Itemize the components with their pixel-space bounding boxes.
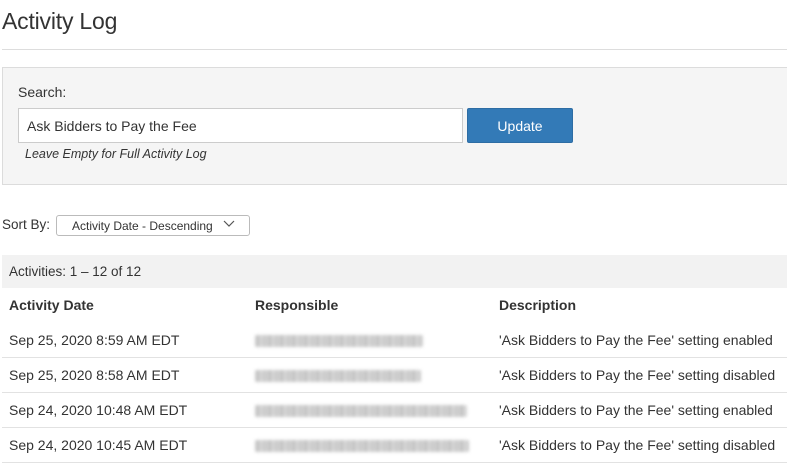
search-hint: Leave Empty for Full Activity Log xyxy=(25,147,207,161)
search-label: Search: xyxy=(18,84,67,100)
search-input[interactable] xyxy=(18,108,463,143)
row-activity-date: Sep 24, 2020 10:48 AM EDT xyxy=(9,402,188,418)
search-panel: Search: Update Leave Empty for Full Acti… xyxy=(2,67,787,185)
row-responsible-redacted xyxy=(255,437,469,452)
table-row: Sep 25, 2020 8:59 AM EDT 'Ask Bidders to… xyxy=(2,323,787,358)
column-header-activity-date: Activity Date xyxy=(9,297,94,313)
row-description: 'Ask Bidders to Pay the Fee' setting ena… xyxy=(499,332,773,348)
activities-count: Activities: 1 – 12 of 12 xyxy=(9,264,142,279)
row-responsible-redacted xyxy=(255,367,421,382)
row-responsible-redacted xyxy=(255,402,467,417)
row-activity-date: Sep 25, 2020 8:58 AM EDT xyxy=(9,367,180,383)
sort-selected-value: Activity Date - Descending xyxy=(72,218,213,233)
table-row: Sep 24, 2020 10:48 AM EDT 'Ask Bidders t… xyxy=(2,393,787,428)
row-description: 'Ask Bidders to Pay the Fee' setting dis… xyxy=(499,437,776,453)
column-header-description: Description xyxy=(499,297,577,313)
table-row: Sep 24, 2020 10:45 AM EDT 'Ask Bidders t… xyxy=(2,428,787,463)
page-title: Activity Log xyxy=(2,8,118,34)
row-description: 'Ask Bidders to Pay the Fee' setting ena… xyxy=(499,402,773,418)
column-header-responsible: Responsible xyxy=(255,297,339,313)
title-divider xyxy=(2,49,787,50)
table-row: Sep 25, 2020 8:58 AM EDT 'Ask Bidders to… xyxy=(2,358,787,393)
row-activity-date: Sep 25, 2020 8:59 AM EDT xyxy=(9,332,180,348)
sort-label: Sort By: xyxy=(2,217,51,232)
update-button[interactable]: Update xyxy=(467,108,573,143)
row-responsible-redacted xyxy=(255,332,423,347)
activities-count-bar: Activities: 1 – 12 of 12 xyxy=(2,255,787,288)
chevron-down-icon xyxy=(223,220,235,227)
row-description: 'Ask Bidders to Pay the Fee' setting dis… xyxy=(499,367,776,383)
row-activity-date: Sep 24, 2020 10:45 AM EDT xyxy=(9,437,188,453)
sort-select[interactable]: Activity Date - Descending xyxy=(56,215,250,236)
